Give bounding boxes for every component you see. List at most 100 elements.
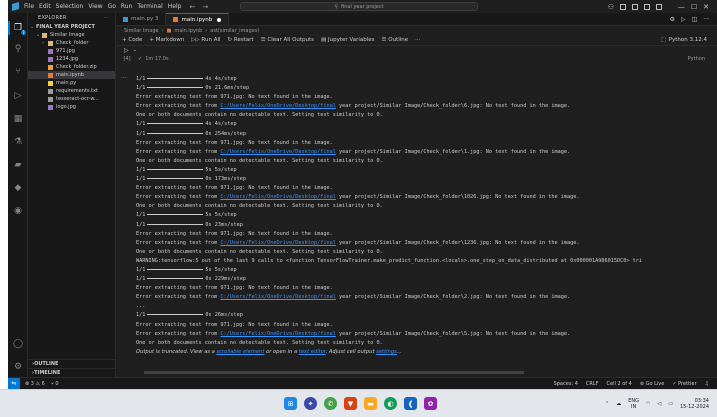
account-icon[interactable]: ◯ bbox=[13, 339, 23, 349]
volume-icon[interactable]: ◁ bbox=[657, 401, 661, 407]
toggle-panel-icon[interactable] bbox=[631, 3, 638, 10]
outline-button[interactable]: ☰ Outline bbox=[382, 37, 409, 43]
file-tree-item[interactable]: 971.jpg bbox=[28, 47, 115, 55]
ports-status[interactable]: ⑂ 0 bbox=[51, 381, 59, 387]
run-icon[interactable]: ▷ bbox=[681, 16, 686, 23]
vscode-app-icon[interactable]: ❰ bbox=[404, 397, 417, 410]
testing-icon[interactable]: ⚗ bbox=[13, 137, 23, 147]
settings-gear-icon[interactable]: ⚙ bbox=[13, 362, 23, 372]
file-tree-item[interactable]: ⌄ Similar Image bbox=[28, 31, 115, 39]
settings-icon[interactable]: ⚙ bbox=[670, 16, 675, 23]
wifi-icon[interactable]: ◠ bbox=[646, 401, 650, 407]
output-settings-link[interactable]: settings bbox=[376, 349, 397, 355]
line-ending-status[interactable]: CRLF bbox=[586, 381, 599, 387]
menu-run[interactable]: Run bbox=[121, 3, 133, 10]
minimize-icon[interactable]: — bbox=[678, 3, 685, 11]
run-debug-icon[interactable]: ▷ bbox=[13, 91, 23, 101]
split-editor-icon[interactable]: ◫ bbox=[692, 16, 698, 23]
chevron-down-icon[interactable]: ⌄ bbox=[133, 47, 137, 53]
menu-view[interactable]: View bbox=[88, 3, 102, 10]
file-tree-item[interactable]: main.py bbox=[28, 79, 115, 87]
onedrive-icon[interactable]: ☁ bbox=[616, 401, 621, 407]
project-root[interactable]: ⌄ FINAL YEAR PROJECT bbox=[28, 23, 115, 31]
text-editor-link[interactable]: text editor bbox=[299, 349, 326, 355]
file-tree-item[interactable]: 1234.jpg bbox=[28, 55, 115, 63]
file-tree-item[interactable]: logo.jpg bbox=[28, 103, 115, 111]
timeline-section[interactable]: › TIMELINE bbox=[28, 368, 116, 376]
indentation-status[interactable]: Spaces: 4 bbox=[554, 381, 578, 387]
file-tree-item[interactable]: Check_folder.zip bbox=[28, 63, 115, 71]
file-path-link[interactable]: C:/Users/Felix/OneDrive/Desktop/final bbox=[220, 240, 336, 246]
menu-terminal[interactable]: Terminal bbox=[137, 3, 162, 10]
search-icon[interactable]: ⚲ bbox=[13, 44, 23, 54]
file-tree-item[interactable]: › Check_folder bbox=[28, 39, 115, 47]
python-icon[interactable]: ◆ bbox=[13, 183, 23, 193]
output-actions-icon[interactable]: ··· bbox=[121, 75, 127, 82]
system-clock[interactable]: 03:34 15-12-2024 bbox=[680, 398, 709, 411]
app-icon[interactable]: ✿ bbox=[424, 397, 437, 410]
remote-explorer-icon[interactable]: ◉ bbox=[13, 206, 23, 216]
prettier-status[interactable]: ✓ Prettier bbox=[672, 381, 696, 387]
command-center-search[interactable]: ⚲ final year project bbox=[240, 2, 478, 11]
go-live-status[interactable]: ⊚ Go Live bbox=[640, 381, 665, 387]
unsaved-dot-icon[interactable] bbox=[217, 17, 222, 22]
restart-button[interactable]: ↻ Restart bbox=[228, 37, 254, 43]
back-arrow-icon[interactable]: ← bbox=[189, 3, 195, 11]
battery-icon[interactable]: ▭ bbox=[668, 401, 673, 407]
file-path-link[interactable]: C:/Users/Felix/OneDrive/Desktop/final bbox=[220, 331, 336, 337]
file-explorer-icon[interactable]: ▬ bbox=[364, 397, 377, 410]
show-hidden-icons-icon[interactable]: ⌃ bbox=[605, 401, 609, 407]
file-path-link[interactable]: C:/Users/Felix/OneDrive/Desktop/final bbox=[220, 149, 336, 155]
horizontal-scrollbar[interactable] bbox=[144, 371, 524, 374]
notifications-bell-icon[interactable]: ♫ bbox=[705, 381, 709, 387]
windows-start-icon[interactable]: ⊞ bbox=[284, 397, 297, 410]
file-path-link[interactable]: C:/Users/Felix/OneDrive/Desktop/final bbox=[220, 194, 336, 200]
problems-status[interactable]: ⊗ 3 ⚠ 6 bbox=[25, 381, 45, 387]
source-control-icon[interactable]: ⑂ bbox=[13, 67, 23, 77]
cell-position-status[interactable]: Cell 2 of 4 bbox=[607, 381, 632, 387]
remote-indicator-icon[interactable]: ⇋ bbox=[8, 377, 20, 389]
toggle-sidebar-icon[interactable] bbox=[619, 3, 626, 10]
menu-help[interactable]: Help bbox=[168, 3, 182, 10]
edge-browser-icon[interactable]: ◐ bbox=[384, 397, 397, 410]
tab-main-ipynb[interactable]: main.ipynb bbox=[166, 13, 230, 25]
docker-icon[interactable]: ▰ bbox=[13, 160, 23, 170]
more-actions-icon[interactable]: ··· bbox=[703, 16, 709, 23]
cell-language[interactable]: Python bbox=[688, 56, 717, 62]
file-tree-item[interactable]: main.ipynb bbox=[28, 71, 115, 79]
run-all-button[interactable]: ▷▷ Run All bbox=[191, 37, 220, 43]
scrollable-element-link[interactable]: scrollable element bbox=[216, 349, 264, 355]
brave-browser-icon[interactable]: ▼ bbox=[344, 397, 357, 410]
menu-selection[interactable]: Selection bbox=[56, 3, 84, 10]
breadcrumb-symbol[interactable]: ast(similar_images) bbox=[210, 28, 259, 34]
add-code-button[interactable]: + Code bbox=[122, 37, 142, 43]
menu-go[interactable]: Go bbox=[108, 3, 116, 10]
file-path-link[interactable]: C:/Users/Felix/OneDrive/Desktop/final bbox=[220, 294, 336, 300]
maximize-icon[interactable]: ☐ bbox=[691, 3, 697, 11]
menu-file[interactable]: File bbox=[24, 3, 34, 10]
more-actions-icon[interactable]: ··· bbox=[103, 15, 109, 21]
tab-main-py[interactable]: main.py 3 bbox=[116, 13, 167, 25]
outline-section[interactable]: › OUTLINE bbox=[28, 359, 116, 367]
close-icon[interactable]: ✕ bbox=[703, 3, 709, 11]
whatsapp-icon[interactable]: ✆ bbox=[324, 397, 337, 410]
copilot-icon[interactable]: ⚇ bbox=[608, 3, 614, 11]
breadcrumb-folder[interactable]: Similar Image bbox=[124, 28, 159, 34]
file-path-link[interactable]: C:/Users/Felix/OneDrive/Desktop/final bbox=[220, 103, 336, 109]
input-language[interactable]: ENG IN bbox=[628, 398, 639, 410]
explorer-icon[interactable]: ❐ 1 bbox=[13, 23, 26, 35]
extensions-icon[interactable]: ▦ bbox=[13, 114, 23, 124]
jupyter-variables-button[interactable]: ▤ Jupyter Variables bbox=[321, 37, 375, 43]
add-markdown-button[interactable]: + Markdown bbox=[149, 37, 184, 43]
file-tree-item[interactable]: requirements.txt bbox=[28, 87, 115, 95]
toggle-secondary-sidebar-icon[interactable] bbox=[643, 3, 650, 10]
kernel-picker[interactable]: ⬚ Python 3.12.4 bbox=[660, 37, 717, 43]
file-tree-item[interactable]: tesseract-ocr-w... bbox=[28, 95, 115, 103]
run-cell-icon[interactable]: ▷ bbox=[124, 47, 129, 54]
customize-layout-icon[interactable] bbox=[655, 3, 662, 10]
forward-arrow-icon[interactable]: → bbox=[202, 3, 208, 11]
clear-outputs-button[interactable]: ☰ Clear All Outputs bbox=[261, 37, 314, 43]
menu-edit[interactable]: Edit bbox=[39, 3, 51, 10]
breadcrumb-file[interactable]: main.ipynb bbox=[174, 28, 202, 34]
more-actions-icon[interactable]: ··· bbox=[415, 37, 420, 43]
